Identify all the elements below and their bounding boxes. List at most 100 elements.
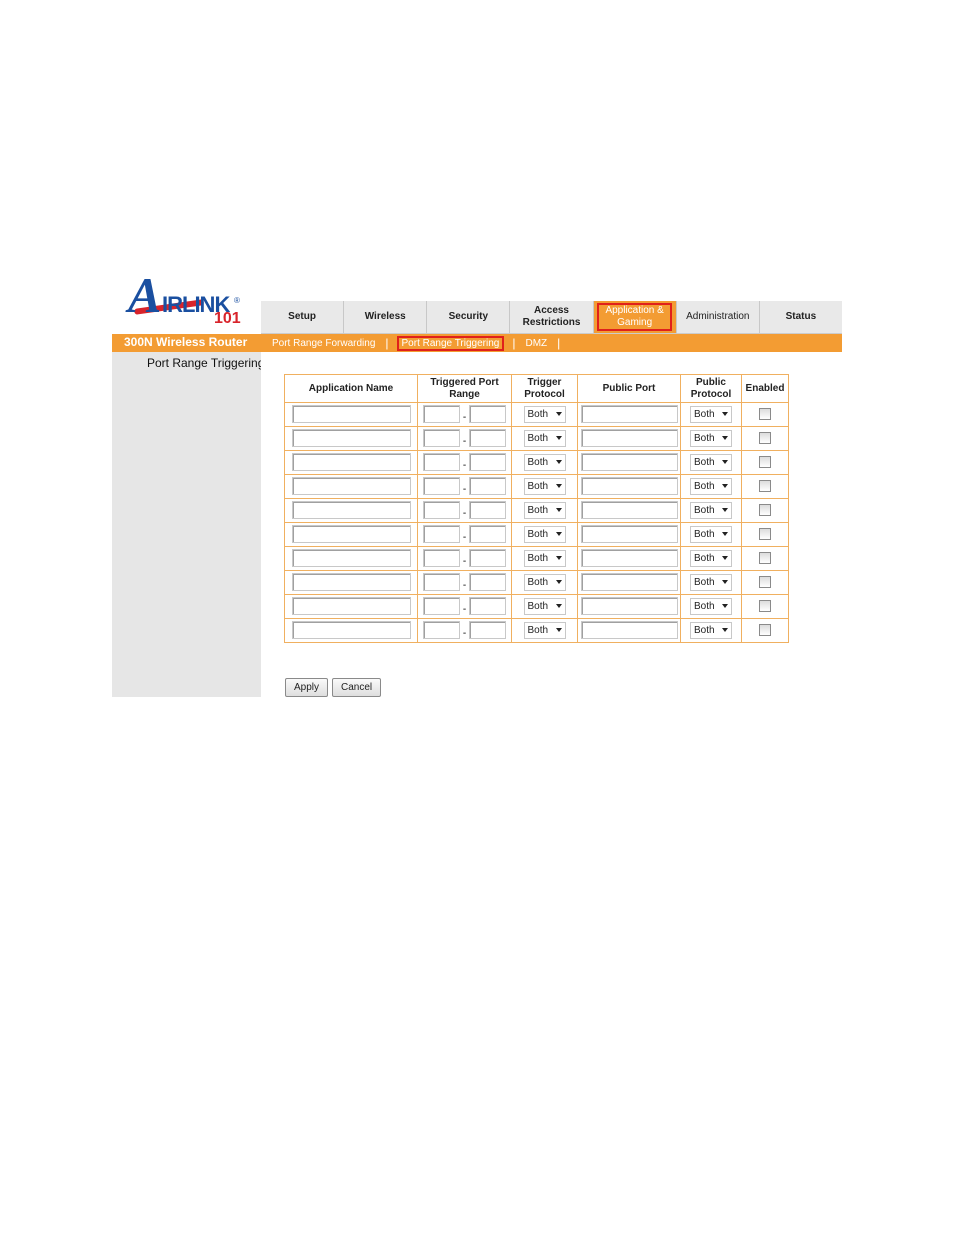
trigger-end-port-input[interactable] <box>469 525 506 544</box>
enabled-checkbox[interactable] <box>759 576 771 589</box>
application-name-input[interactable] <box>291 549 411 568</box>
public-port-input[interactable] <box>580 501 678 520</box>
port-range-separator: - <box>462 555 467 567</box>
public-protocol-select[interactable]: Both <box>690 597 732 615</box>
trigger-end-port-input[interactable] <box>469 597 506 616</box>
public-port-input[interactable] <box>580 573 678 592</box>
public-protocol-select[interactable]: Both <box>690 453 732 471</box>
trigger-protocol-select[interactable]: Both <box>523 429 566 447</box>
trigger-protocol-select[interactable]: Both <box>523 621 566 639</box>
tab-wireless[interactable]: Wireless <box>344 301 428 333</box>
subnav-dmz[interactable]: DMZ <box>523 338 549 349</box>
trigger-protocol-select[interactable]: Both <box>523 477 566 495</box>
public-port-input[interactable] <box>580 549 678 568</box>
cancel-button[interactable]: Cancel <box>332 678 382 697</box>
cell-enabled <box>741 426 789 451</box>
enabled-checkbox[interactable] <box>759 504 771 517</box>
public-protocol-select[interactable]: Both <box>690 621 732 639</box>
cell-public-protocol: Both <box>680 402 742 427</box>
public-protocol-select[interactable]: Both <box>690 501 732 519</box>
application-name-input[interactable] <box>291 573 411 592</box>
enabled-checkbox[interactable] <box>759 456 771 469</box>
application-name-input[interactable] <box>291 501 411 520</box>
public-protocol-select[interactable]: Both <box>690 405 732 423</box>
trigger-end-port-input[interactable] <box>469 477 506 496</box>
public-port-input[interactable] <box>580 621 678 640</box>
trigger-end-port-input[interactable] <box>469 573 506 592</box>
chevron-down-icon <box>722 412 728 417</box>
public-protocol-select[interactable]: Both <box>690 525 732 543</box>
enabled-checkbox[interactable] <box>759 432 771 445</box>
cell-trigger-protocol: Both <box>511 474 578 499</box>
subnav-port-range-forwarding[interactable]: Port Range Forwarding <box>270 338 377 349</box>
cell-trigger-protocol: Both <box>511 594 578 619</box>
cell-enabled <box>741 474 789 499</box>
public-port-input[interactable] <box>580 597 678 616</box>
trigger-protocol-select[interactable]: Both <box>523 501 566 519</box>
enabled-checkbox[interactable] <box>759 408 771 421</box>
trigger-start-port-input[interactable] <box>423 573 460 592</box>
public-protocol-select[interactable]: Both <box>690 573 732 591</box>
trigger-start-port-input[interactable] <box>423 621 460 640</box>
trigger-end-port-input[interactable] <box>469 549 506 568</box>
subnav-bar: 300N Wireless Router Port Range Forwardi… <box>112 334 842 352</box>
public-port-input[interactable] <box>580 429 678 448</box>
public-protocol-value: Both <box>694 552 715 564</box>
enabled-checkbox[interactable] <box>759 552 771 565</box>
apply-button[interactable]: Apply <box>285 678 329 697</box>
application-name-input[interactable] <box>291 405 411 424</box>
public-port-input[interactable] <box>580 477 678 496</box>
trigger-start-port-input[interactable] <box>423 525 460 544</box>
tab-administration[interactable]: Administration <box>677 301 760 333</box>
subnav-port-range-triggering[interactable]: Port Range Triggering <box>396 335 505 351</box>
trigger-protocol-select[interactable]: Both <box>523 453 566 471</box>
trigger-end-port-input[interactable] <box>469 429 506 448</box>
application-name-input[interactable] <box>291 429 411 448</box>
application-name-input[interactable] <box>291 525 411 544</box>
trigger-protocol-select[interactable]: Both <box>523 525 566 543</box>
trigger-end-port-input[interactable] <box>469 501 506 520</box>
logo-registered-mark: ® <box>234 296 240 305</box>
enabled-checkbox[interactable] <box>759 528 771 541</box>
application-name-input[interactable] <box>291 453 411 472</box>
tab-application-gaming[interactable]: Application & Gaming <box>593 301 677 333</box>
public-port-input[interactable] <box>580 405 678 424</box>
trigger-start-port-input[interactable] <box>423 549 460 568</box>
trigger-start-port-input[interactable] <box>423 453 460 472</box>
application-name-input[interactable] <box>291 597 411 616</box>
enabled-checkbox[interactable] <box>759 600 771 613</box>
application-name-input[interactable] <box>291 621 411 640</box>
trigger-start-port-input[interactable] <box>423 501 460 520</box>
cell-enabled <box>741 594 789 619</box>
section-title: Port Range Triggering <box>147 356 265 370</box>
tab-status[interactable]: Status <box>760 301 842 333</box>
trigger-end-port-input[interactable] <box>469 453 506 472</box>
public-port-input[interactable] <box>580 525 678 544</box>
trigger-protocol-select[interactable]: Both <box>523 597 566 615</box>
tab-setup[interactable]: Setup <box>261 301 345 333</box>
cell-triggered-port-range: - <box>417 618 512 643</box>
public-port-input[interactable] <box>580 453 678 472</box>
chevron-down-icon <box>722 604 728 609</box>
tab-access-restrictions[interactable]: Access Restrictions <box>510 301 594 333</box>
trigger-end-port-input[interactable] <box>469 621 506 640</box>
enabled-checkbox[interactable] <box>759 480 771 493</box>
cell-public-port <box>577 570 681 595</box>
cell-application-name <box>284 522 418 547</box>
tab-security[interactable]: Security <box>427 301 511 333</box>
enabled-checkbox[interactable] <box>759 624 771 637</box>
subnav-divider: | <box>557 336 561 350</box>
trigger-start-port-input[interactable] <box>423 405 460 424</box>
public-protocol-select[interactable]: Both <box>690 549 732 567</box>
trigger-end-port-input[interactable] <box>469 405 506 424</box>
trigger-start-port-input[interactable] <box>423 477 460 496</box>
application-name-input[interactable] <box>291 477 411 496</box>
trigger-start-port-input[interactable] <box>423 597 460 616</box>
public-protocol-select[interactable]: Both <box>690 477 732 495</box>
public-protocol-select[interactable]: Both <box>690 429 732 447</box>
trigger-protocol-select[interactable]: Both <box>523 549 566 567</box>
trigger-protocol-select[interactable]: Both <box>523 405 566 423</box>
trigger-start-port-input[interactable] <box>423 429 460 448</box>
cell-application-name <box>284 450 418 475</box>
trigger-protocol-select[interactable]: Both <box>523 573 566 591</box>
